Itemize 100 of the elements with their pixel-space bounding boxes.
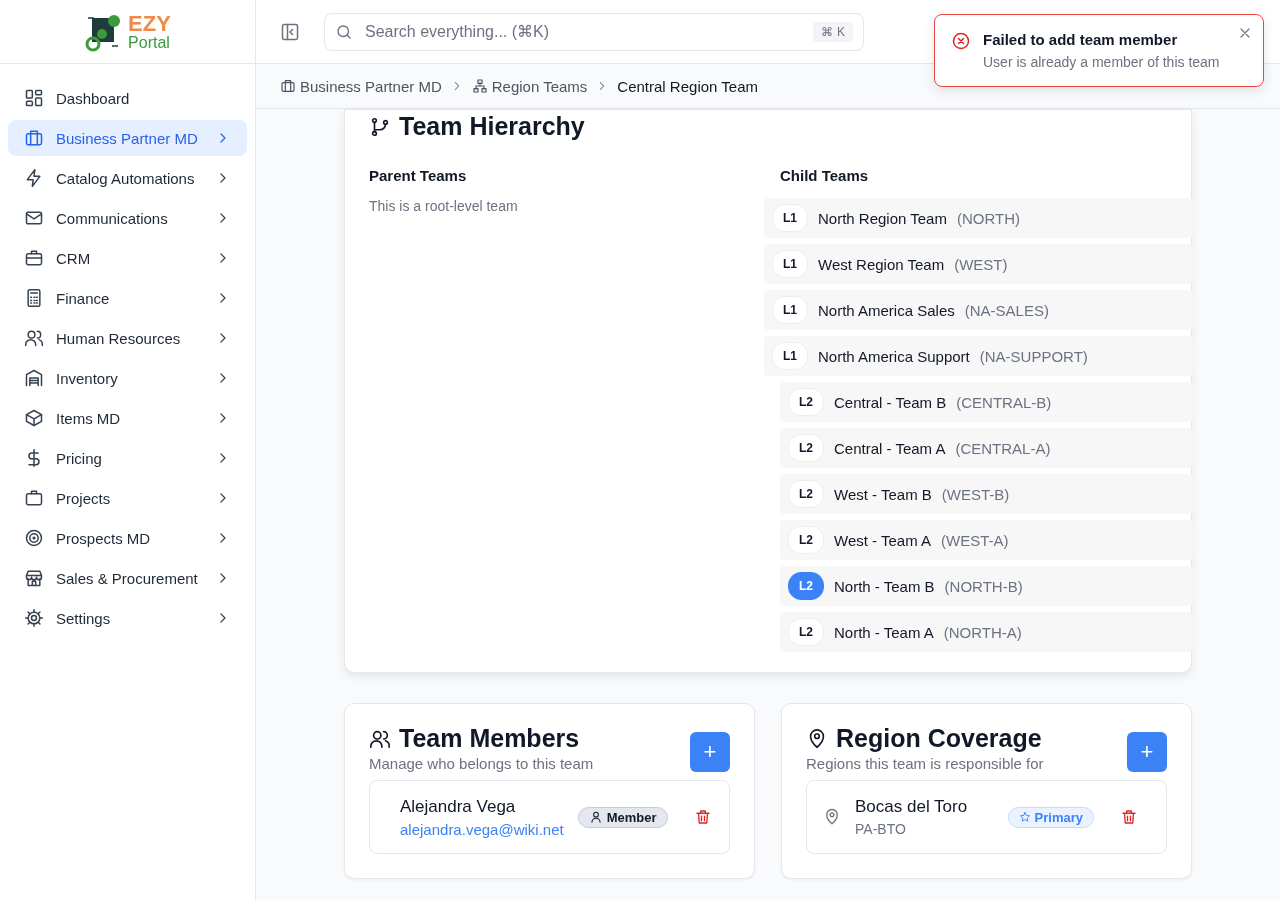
store-icon	[24, 568, 44, 588]
team-code: (NORTH)	[956, 209, 1020, 227]
search-input[interactable]: Search everything... (⌘K)	[363, 21, 803, 42]
level-badge: L1	[772, 342, 808, 370]
team-code: (NA-SALES)	[964, 301, 1049, 319]
sidebar-toggle-icon[interactable]	[280, 21, 300, 42]
child-team-row[interactable]: L1 North America Sales (NA-SALES)	[764, 290, 1193, 330]
level-badge: L1	[772, 250, 808, 278]
briefcase-icon	[24, 488, 44, 508]
envelope-icon	[24, 208, 44, 228]
sidebar-item[interactable]: Catalog Automations	[8, 160, 247, 196]
section-title: Team Members	[399, 724, 580, 753]
team-code: (NORTH-B)	[944, 577, 1023, 595]
sidebar-item[interactable]: Pricing	[8, 440, 247, 476]
sidebar-item[interactable]: Projects	[8, 480, 247, 516]
level-badge: L2	[788, 434, 824, 462]
team-code: (WEST-B)	[941, 485, 1010, 503]
lightning-icon	[24, 168, 44, 188]
star-icon	[1018, 811, 1031, 823]
cube-icon	[24, 408, 44, 428]
team-name: North Region Team	[818, 209, 947, 227]
empty-state-text: This is a root-level team	[369, 198, 519, 214]
trash-icon	[693, 808, 712, 826]
people-icon	[24, 328, 44, 348]
level-badge: L1	[772, 296, 808, 324]
team-code: (NORTH-A)	[943, 623, 1022, 641]
error-circle-icon	[951, 31, 971, 51]
breadcrumb-current: Central Region Team	[617, 77, 758, 95]
logo-subtext: Portal	[128, 34, 171, 51]
member-name: Alejandra Vega	[400, 796, 517, 817]
role-tag: Member	[577, 806, 668, 828]
team-code: (NA-SUPPORT)	[979, 347, 1088, 365]
warehouse-icon	[24, 368, 44, 388]
delete-button[interactable]	[1120, 808, 1138, 826]
toast-title: Failed to add team member	[983, 31, 1179, 48]
sidebar-item[interactable]: CRM	[8, 240, 247, 276]
team-name: North - Team B	[834, 577, 935, 595]
section-title: Team Hierarchy	[399, 112, 585, 141]
add-button[interactable]: +	[1127, 732, 1167, 772]
team-name: North America Sales	[818, 301, 955, 319]
settings-icon	[24, 608, 44, 628]
region-name: Bocas del Toro	[855, 797, 969, 817]
sidebar-item[interactable]: Finance	[8, 280, 247, 316]
child-team-row[interactable]: L2 North - Team B (NORTH-B)	[780, 566, 1193, 606]
sidebar-item[interactable]: Human Resources	[8, 320, 247, 356]
logo-text: EZY	[128, 12, 171, 35]
keyboard-shortcut: ⌘ K	[813, 21, 853, 42]
sidebar-item[interactable]: Inventory	[8, 360, 247, 396]
child-team-row[interactable]: L2 West - Team B (WEST-B)	[780, 474, 1193, 514]
child-team-row[interactable]: L1 West Region Team (WEST)	[764, 244, 1193, 284]
sidebar-item[interactable]: Sales & Procurement	[8, 560, 247, 596]
section-title: Region Coverage	[836, 724, 1042, 753]
target-icon	[24, 528, 44, 548]
team-name: West - Team A	[834, 531, 931, 549]
level-badge: L2	[788, 526, 824, 554]
sidebar-item[interactable]: Settings	[8, 600, 247, 636]
team-name: Central - Team B	[834, 393, 947, 411]
sidebar-item[interactable]: Prospects MD	[8, 520, 247, 556]
level-badge: L2	[788, 388, 824, 416]
team-name: West Region Team	[818, 255, 945, 273]
sidebar-item[interactable]: Items MD	[8, 400, 247, 436]
briefcase-icon	[24, 248, 44, 268]
column-heading: Parent Teams	[369, 167, 468, 184]
sidebar-item[interactable]: Dashboard	[8, 80, 247, 116]
delete-button[interactable]	[693, 808, 712, 826]
briefcase-icon	[280, 78, 296, 94]
team-code: (WEST-A)	[941, 531, 1009, 549]
team-code: (CENTRAL-A)	[955, 439, 1051, 457]
column-heading: Child Teams	[780, 167, 870, 184]
team-name: West - Team B	[834, 485, 932, 503]
dashboard-grid-icon	[24, 88, 44, 108]
child-team-row[interactable]: L2 West - Team A (WEST-A)	[780, 520, 1193, 560]
level-badge: L2	[788, 480, 824, 508]
breadcrumb-link[interactable]: Region Teams	[471, 77, 588, 95]
toast-message: User is already a member of this team	[983, 54, 1221, 70]
primary-tag: Primary	[1007, 806, 1094, 828]
add-button[interactable]: +	[690, 732, 730, 772]
sidebar-item[interactable]: Business Partner MD	[8, 120, 247, 156]
team-name: Central - Team A	[834, 439, 946, 457]
child-team-row[interactable]: L2 Central - Team B (CENTRAL-B)	[780, 382, 1193, 422]
search-field[interactable]: Search everything... (⌘K) ⌘ K	[324, 12, 864, 51]
trash-icon	[1120, 808, 1138, 826]
team-code: (WEST)	[954, 255, 1008, 273]
sidebar-item[interactable]: Communications	[8, 200, 247, 236]
child-team-row[interactable]: L2 Central - Team A (CENTRAL-A)	[780, 428, 1193, 468]
map-pin-icon	[823, 808, 841, 826]
team-code: (CENTRAL-B)	[956, 393, 1052, 411]
search-icon	[335, 22, 353, 41]
email-link[interactable]: alejandra.vega@wiki.net	[400, 820, 564, 838]
region-code: PA-BTO	[855, 821, 907, 837]
breadcrumb-link[interactable]: Business Partner MD	[280, 77, 442, 95]
child-team-row[interactable]: L1 North Region Team (NORTH)	[764, 198, 1193, 238]
child-team-row[interactable]: L2 North - Team A (NORTH-A)	[780, 612, 1193, 652]
child-team-row[interactable]: L1 North America Support (NA-SUPPORT)	[764, 336, 1193, 376]
team-name: North America Support	[818, 347, 970, 365]
section-subtitle: Regions this team is responsible for	[806, 755, 1044, 772]
person-icon	[588, 810, 603, 824]
level-badge: L2	[788, 572, 824, 600]
level-badge: L2	[788, 618, 824, 646]
panel-collapse-icon	[280, 21, 300, 42]
